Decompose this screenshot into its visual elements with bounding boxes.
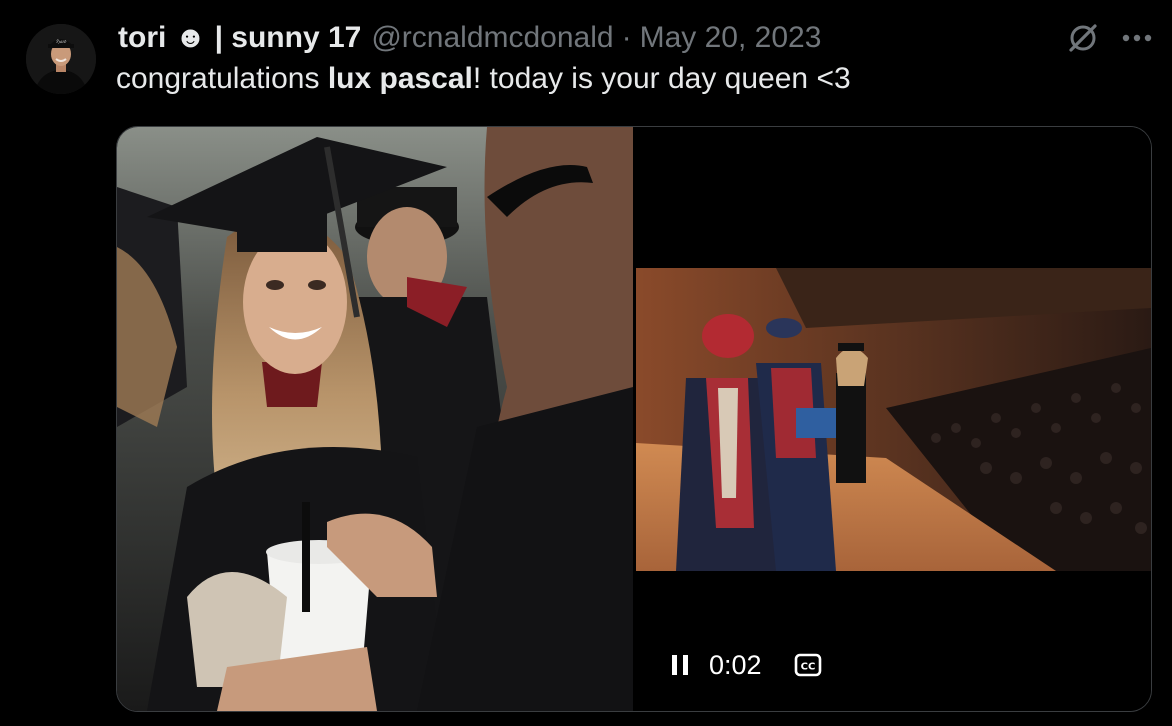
video-controls: 0:02 CC — [671, 645, 822, 685]
video-player[interactable]: 0:02 CC — [633, 127, 1151, 711]
captions-icon[interactable]: CC — [794, 653, 822, 677]
more-icon[interactable] — [1122, 33, 1152, 43]
tweet-header: tori ☻ | sunny 17 @rcnaldmcdonald · May … — [118, 18, 821, 58]
tweet[interactable]: ℌ𝔞𝔯𝔡 tori ☻ | sunny 17 @rcnaldmcdonald ·… — [0, 0, 1172, 726]
tweet-text-after: ! today is your day queen <3 — [472, 62, 851, 95]
avatar[interactable]: ℌ𝔞𝔯𝔡 — [26, 24, 96, 94]
user-handle[interactable]: @rcnaldmcdonald — [371, 21, 613, 55]
tweet-text-bold[interactable]: lux pascal — [328, 62, 473, 95]
captions-label: CC — [800, 662, 815, 673]
media-card[interactable]: 0:02 CC — [116, 126, 1152, 712]
display-name[interactable]: tori ☻ | sunny 17 — [118, 21, 361, 55]
separator-dot: · — [621, 21, 632, 54]
tweet-text-before: congratulations — [116, 62, 328, 95]
header-actions — [1066, 18, 1152, 58]
tweet-text: congratulations lux pascal! today is you… — [116, 62, 851, 96]
post-date[interactable]: May 20, 2023 — [640, 21, 822, 55]
video-frame[interactable] — [636, 268, 1151, 571]
pause-icon[interactable] — [671, 653, 689, 677]
video-frame-image — [636, 268, 1151, 571]
avatar-image: ℌ𝔞𝔯𝔡 — [26, 24, 96, 94]
graduation-photo-image — [117, 127, 633, 711]
graduation-photo[interactable] — [117, 127, 633, 711]
video-timestamp: 0:02 — [709, 649, 762, 680]
svg-text:ℌ𝔞𝔯𝔡: ℌ𝔞𝔯𝔡 — [55, 39, 67, 45]
grok-icon[interactable] — [1066, 21, 1100, 55]
